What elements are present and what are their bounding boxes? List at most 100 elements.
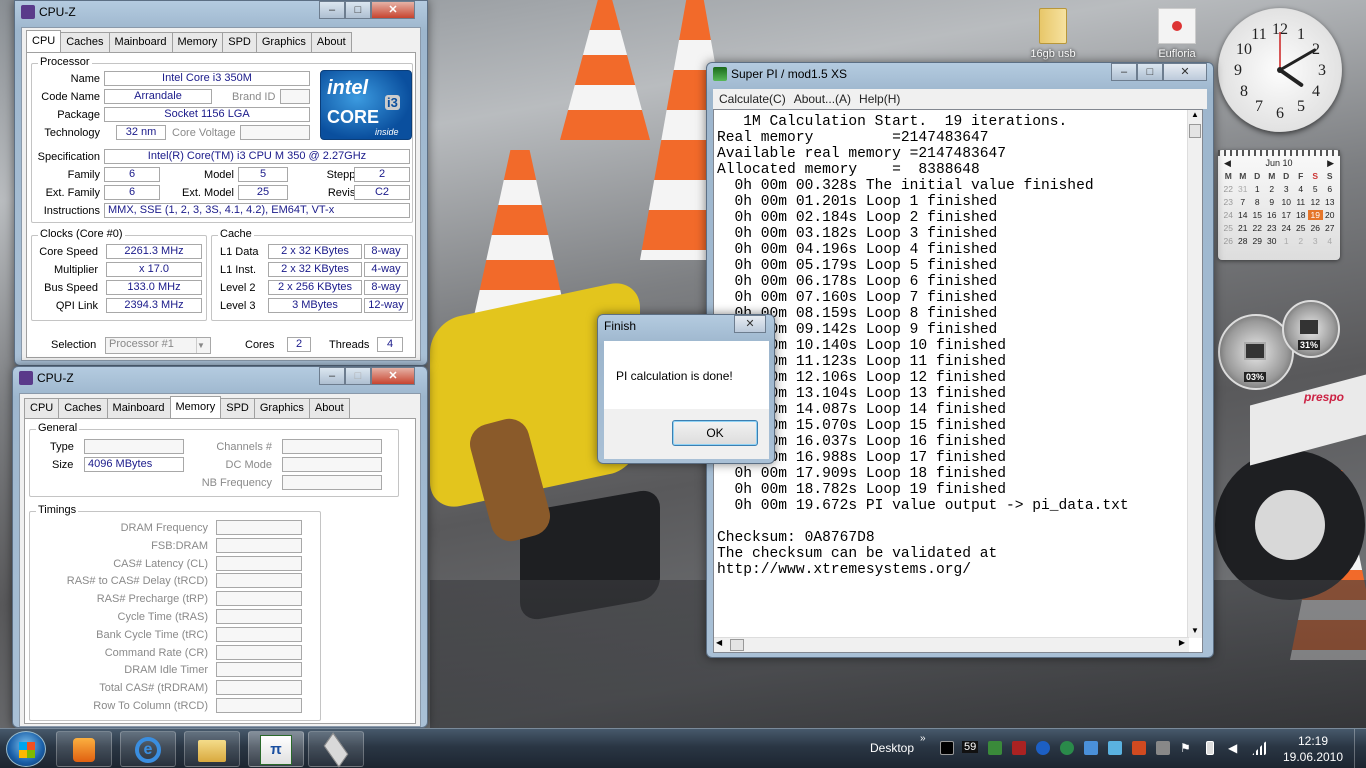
calendar-day[interactable]: 2	[1265, 184, 1280, 194]
calendar-day[interactable]: 30	[1265, 236, 1280, 246]
calendar-day[interactable]: 10	[1279, 197, 1294, 207]
clock-gadget[interactable]: 12123 4567 891011	[1218, 8, 1342, 132]
tab-mainboard[interactable]: Mainboard	[106, 398, 171, 418]
calendar-day[interactable]: 24	[1279, 223, 1294, 233]
battery-icon[interactable]	[1206, 741, 1214, 755]
desktop-toolbar-label[interactable]: Desktop	[870, 741, 914, 755]
minimize-button[interactable]: ‒	[319, 367, 345, 385]
calendar-day[interactable]: 15	[1250, 210, 1265, 220]
gpu-tray-icon[interactable]	[1084, 741, 1098, 755]
calendar-day[interactable]: 20	[1323, 210, 1338, 220]
calendar-gadget[interactable]: ◀ Jun 10 ▶ M M D M D F S S 22 31 1 2 3 4 5 6 23 7 8 9 10 11 12…	[1218, 150, 1340, 260]
selection-dropdown[interactable]: Processor #1 ▼	[105, 337, 211, 354]
taskbar-explorer[interactable]	[184, 731, 240, 767]
calendar-day[interactable]: 1	[1279, 236, 1294, 246]
calendar-day[interactable]: 21	[1236, 223, 1251, 233]
calendar-day[interactable]: 25	[1294, 223, 1309, 233]
tab-memory[interactable]: Memory	[171, 32, 224, 52]
keyboard-tray-icon[interactable]	[1156, 741, 1170, 755]
calendar-day[interactable]: 22	[1250, 223, 1265, 233]
output-console[interactable]: 1M Calculation Start. 19 iterations. Real…	[713, 109, 1203, 653]
scroll-left-arrow-icon[interactable]: ◀	[716, 638, 722, 647]
calendar-day[interactable]: 7	[1236, 197, 1251, 207]
calendar-day[interactable]: 3	[1279, 184, 1294, 194]
tab-memory[interactable]: Memory	[169, 396, 222, 418]
calendar-day[interactable]: 31	[1236, 184, 1251, 194]
tab-mainboard[interactable]: Mainboard	[108, 32, 173, 52]
calendar-day[interactable]: 8	[1250, 197, 1265, 207]
calendar-day[interactable]: 3	[1308, 236, 1323, 246]
maximize-button[interactable]: □	[345, 367, 371, 385]
calendar-day[interactable]: 12	[1308, 197, 1323, 207]
calendar-day[interactable]: 9	[1265, 197, 1280, 207]
taskbar-media-player[interactable]	[56, 731, 112, 767]
scroll-right-arrow-icon[interactable]: ▶	[1179, 638, 1185, 647]
taskbar-superpi[interactable]: π	[248, 731, 304, 767]
maximize-button[interactable]: □	[1137, 63, 1163, 81]
tab-caches[interactable]: Caches	[58, 398, 108, 418]
scroll-thumb[interactable]	[1189, 124, 1201, 138]
signal-strength-icon[interactable]	[1252, 741, 1266, 755]
cpuz-window-memory[interactable]: CPU-Z ‒ □ ✕ CPU Caches Mainboard Memory …	[12, 366, 428, 728]
calendar-day[interactable]: 13	[1323, 197, 1338, 207]
taskbar-internet-explorer[interactable]: e	[120, 731, 176, 767]
tab-graphics[interactable]: Graphics	[255, 32, 312, 52]
calendar-day[interactable]: 4	[1294, 184, 1309, 194]
calendar-day[interactable]: 27	[1323, 223, 1338, 233]
calendar-day[interactable]: 4	[1323, 236, 1338, 246]
superpi-window[interactable]: Super PI / mod1.5 XS ‒ □ ✕ Calculate(C) …	[706, 62, 1214, 658]
tab-about[interactable]: About	[308, 398, 350, 418]
next-month-icon[interactable]: ▶	[1327, 158, 1334, 169]
close-button[interactable]: ✕	[1163, 63, 1207, 81]
calendar-day[interactable]: 17	[1279, 210, 1294, 220]
vertical-scrollbar[interactable]: ▲ ▼	[1187, 110, 1202, 638]
horizontal-scrollbar[interactable]: ◀ ▶	[714, 637, 1189, 652]
calendar-day[interactable]: 23	[1265, 223, 1280, 233]
ok-button[interactable]: OK	[672, 420, 758, 446]
chart-tray-icon[interactable]	[1012, 741, 1026, 755]
calendar-day[interactable]: 11	[1294, 197, 1309, 207]
network-tray-icon[interactable]	[1060, 741, 1074, 755]
scroll-up-arrow-icon[interactable]: ▲	[1188, 110, 1202, 122]
start-button[interactable]	[6, 731, 46, 767]
speaker-muted-tray-icon[interactable]	[1132, 741, 1146, 755]
titlebar[interactable]: Finish ✕	[598, 315, 774, 337]
show-desktop-button[interactable]	[1354, 729, 1366, 768]
tab-graphics[interactable]: Graphics	[253, 398, 310, 418]
calendar-day[interactable]: 14	[1236, 210, 1251, 220]
toolbar-expand-icon[interactable]: »	[920, 733, 926, 744]
calendar-day[interactable]: 29	[1250, 236, 1265, 246]
close-button[interactable]: ✕	[371, 367, 415, 385]
desktop-icon-16gb-usb[interactable]: 16gb usb	[1030, 8, 1076, 64]
calendar-day[interactable]: 18	[1294, 210, 1309, 220]
tab-cpu[interactable]: CPU	[26, 30, 62, 52]
menu-help[interactable]: Help(H)	[859, 92, 906, 109]
tab-spd[interactable]: SPD	[222, 32, 257, 52]
scroll-thumb[interactable]	[730, 639, 744, 651]
calendar-day[interactable]: 16	[1265, 210, 1280, 220]
tab-caches[interactable]: Caches	[60, 32, 110, 52]
prev-month-icon[interactable]: ◀	[1224, 158, 1231, 169]
titlebar[interactable]: CPU-Z ‒ □ ✕	[15, 1, 427, 23]
calendar-day[interactable]: 5	[1308, 184, 1323, 194]
action-center-flag-icon[interactable]: ⚑	[1180, 741, 1194, 755]
volume-icon[interactable]: ◀	[1228, 741, 1242, 755]
calendar-day[interactable]: 28	[1236, 236, 1251, 246]
taskbar-cpuz[interactable]	[308, 731, 364, 768]
scroll-down-arrow-icon[interactable]: ▼	[1188, 626, 1202, 638]
monitor-tray-icon[interactable]	[988, 741, 1002, 755]
cpu-meter-gadget[interactable]: 03% 31% prespo	[1218, 300, 1366, 404]
calendar-day[interactable]: 1	[1250, 184, 1265, 194]
close-button[interactable]: ✕	[734, 315, 766, 333]
maximize-button[interactable]: □	[345, 1, 371, 19]
cpuz-window-cpu[interactable]: CPU-Z ‒ □ ✕ CPU Caches Mainboard Memory …	[14, 0, 428, 366]
minimize-button[interactable]: ‒	[1111, 63, 1137, 81]
menu-about[interactable]: About...(A)	[794, 92, 857, 109]
finish-dialog[interactable]: Finish ✕ PI calculation is done! OK	[597, 314, 775, 464]
calendar-day[interactable]: 2	[1294, 236, 1309, 246]
calendar-day[interactable]: 26	[1308, 223, 1323, 233]
tab-about[interactable]: About	[310, 32, 352, 52]
taskbar-clock[interactable]: 12:19 19.06.2010	[1276, 733, 1350, 765]
tab-spd[interactable]: SPD	[220, 398, 255, 418]
calendar-day[interactable]: 19	[1308, 210, 1323, 220]
